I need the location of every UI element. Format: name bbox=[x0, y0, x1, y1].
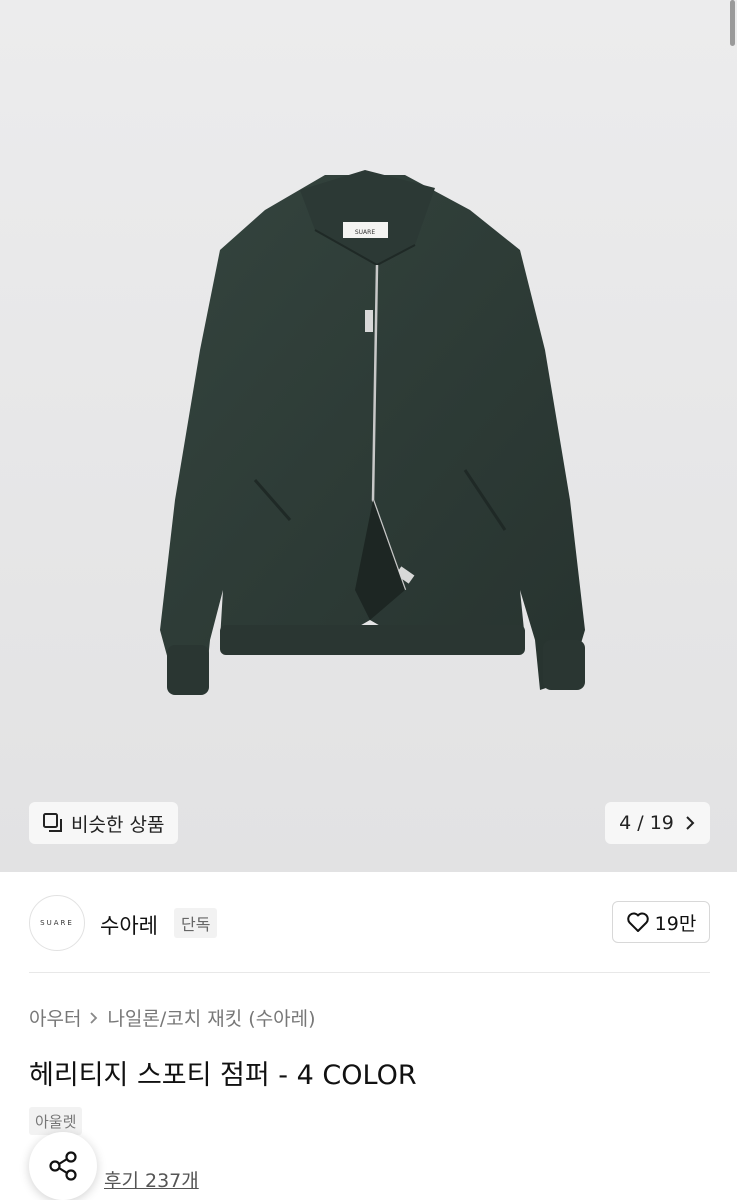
similar-products-button[interactable]: 비슷한 상품 bbox=[29, 802, 179, 844]
like-button[interactable]: 19만 bbox=[612, 901, 710, 943]
heart-icon bbox=[626, 912, 649, 932]
product-title: 헤리티지 스포티 점퍼 - 4 COLOR bbox=[29, 1060, 417, 1091]
product-image-jacket: SUARE bbox=[160, 170, 585, 695]
exclusive-badge: 단독 bbox=[174, 908, 218, 938]
product-image-gallery[interactable]: SUARE 비슷한 상품 4 / 19 bbox=[0, 0, 737, 872]
image-counter-text: 4 / 19 bbox=[619, 812, 674, 834]
jacket-label-text: SUARE bbox=[355, 229, 375, 236]
image-counter-button[interactable]: 4 / 19 bbox=[605, 802, 710, 844]
brand-name[interactable]: 수아레 bbox=[100, 910, 158, 940]
outlet-tag: 아울렛 bbox=[29, 1107, 83, 1135]
like-count: 19만 bbox=[654, 912, 697, 935]
brand-logo-text: SUARE bbox=[40, 919, 74, 927]
copy-icon bbox=[43, 813, 62, 832]
brand-logo[interactable]: SUARE bbox=[29, 895, 85, 951]
share-button[interactable] bbox=[29, 1132, 97, 1200]
breadcrumb-category[interactable]: 아우터 bbox=[29, 1004, 81, 1031]
chevron-right-icon bbox=[686, 816, 695, 830]
breadcrumb-subcategory[interactable]: 나일론/코치 재킷 (수아레) bbox=[107, 1004, 315, 1031]
scrollbar[interactable] bbox=[730, 0, 735, 46]
similar-products-label: 비슷한 상품 bbox=[71, 813, 165, 836]
share-icon bbox=[49, 1151, 77, 1181]
chevron-right-icon bbox=[90, 1011, 98, 1024]
divider bbox=[29, 972, 710, 973]
breadcrumb: 아우터 나일론/코치 재킷 (수아레) bbox=[29, 1004, 316, 1031]
brand-row: SUARE 수아레 단독 19만 bbox=[0, 872, 737, 972]
review-link[interactable]: 후기 237개 bbox=[104, 1166, 199, 1193]
